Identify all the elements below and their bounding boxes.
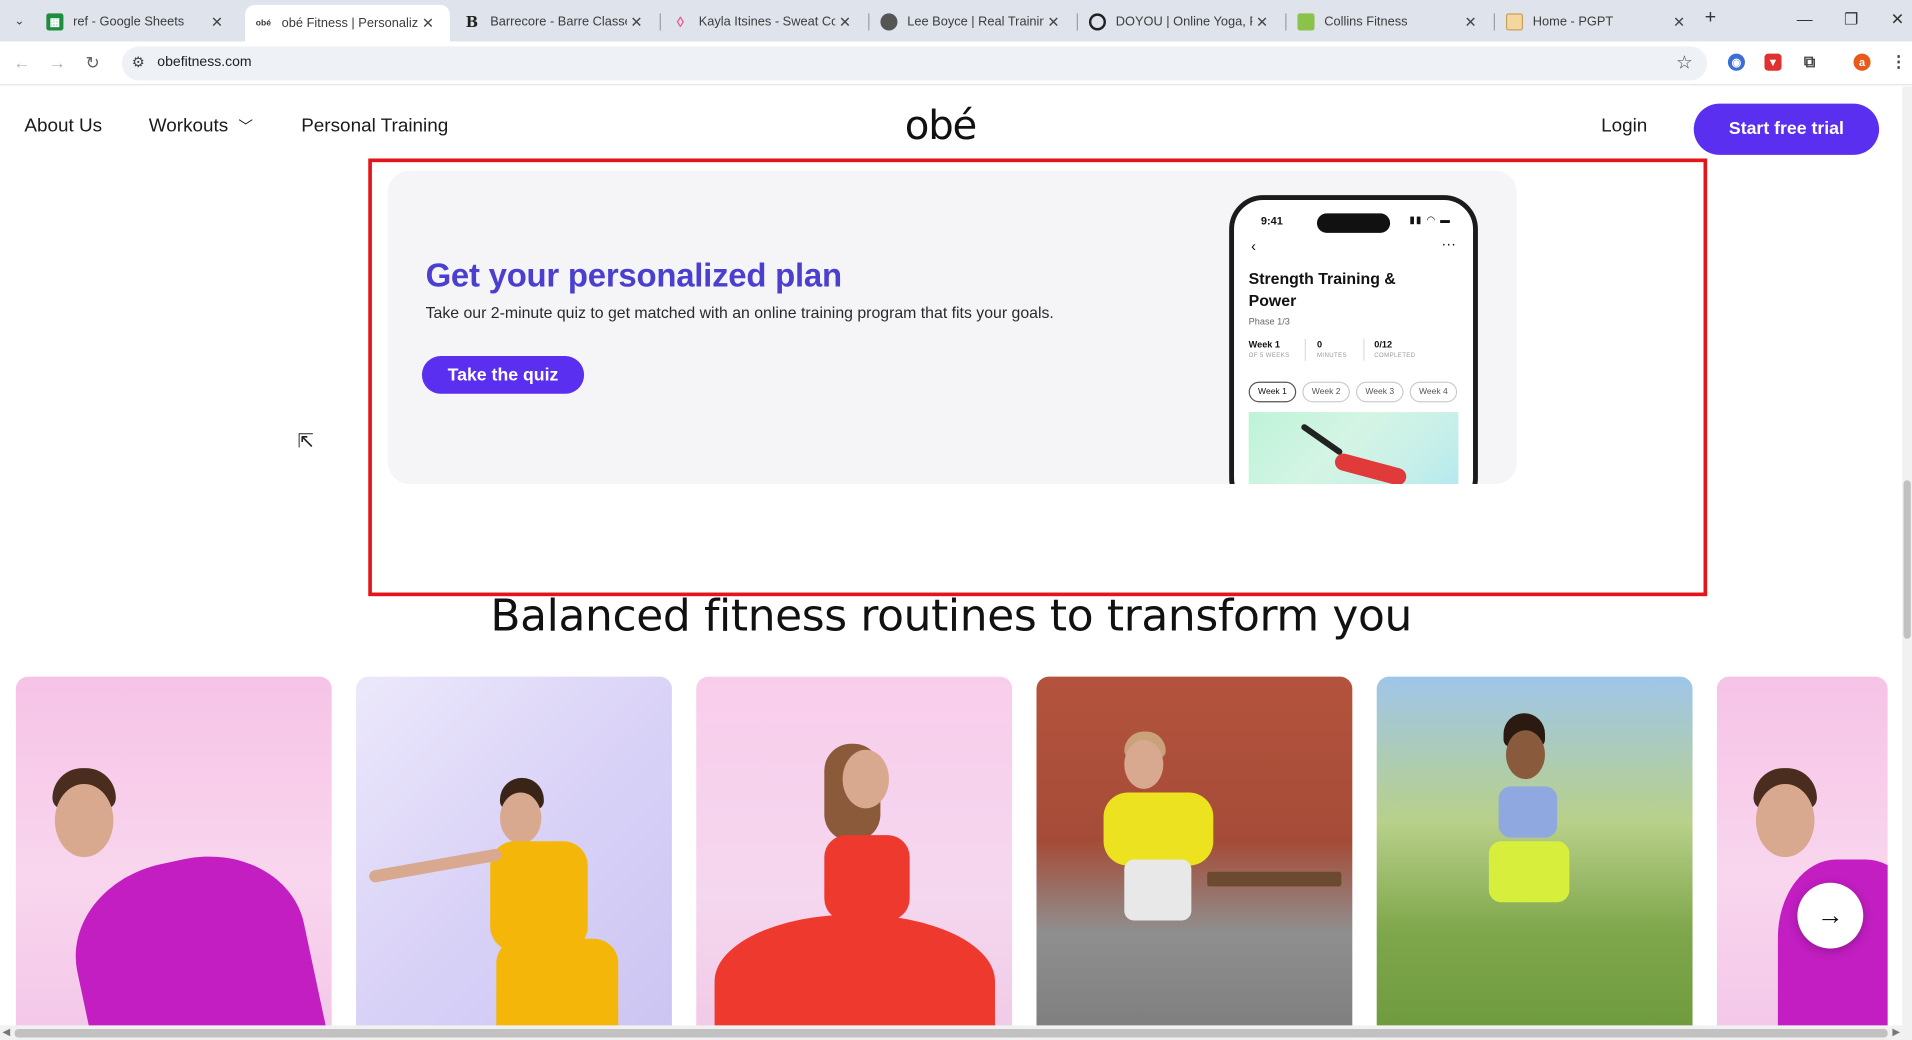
login-link[interactable]: Login xyxy=(1601,116,1647,138)
tab-title: Barrecore - Barre Classes xyxy=(490,14,627,30)
highlight-annotation-box xyxy=(368,158,1708,597)
tab-separator xyxy=(868,13,870,31)
chevron-down-icon: ﹀ xyxy=(238,118,254,136)
figure-head xyxy=(499,792,542,844)
figure-body xyxy=(59,837,327,1040)
figure-head xyxy=(54,783,114,858)
forward-icon[interactable]: → xyxy=(46,52,68,72)
sweat-drop-icon: ◊ xyxy=(676,13,685,31)
tab-strip: ⌄ ▦ ref - Google Sheets ✕ obé obé Fitnes… xyxy=(0,0,1912,42)
figure-legs xyxy=(714,914,996,1040)
section-title: Balanced fitness routines to transform y… xyxy=(490,591,1412,642)
close-icon[interactable]: ✕ xyxy=(627,13,647,30)
obe-logo[interactable]: obé xyxy=(905,101,978,149)
figure-top xyxy=(1498,786,1558,838)
figure-shorts xyxy=(1488,841,1570,903)
person-icon xyxy=(880,13,898,31)
window-close-icon[interactable]: ✕ xyxy=(1885,10,1909,30)
tab-collins-fitness[interactable]: Collins Fitness ✕ xyxy=(1288,5,1493,39)
tab-obe-fitness[interactable]: obé obé Fitness | Personalized ✕ xyxy=(245,4,450,42)
nav-personal-training[interactable]: Personal Training xyxy=(301,116,448,138)
figure-head xyxy=(1755,783,1815,858)
tab-home-pgpt[interactable]: Home - PGPT ✕ xyxy=(1496,5,1701,39)
tab-barrecore[interactable]: B Barrecore - Barre Classes ✕ xyxy=(454,5,659,39)
nav-workouts-label: Workouts xyxy=(148,115,229,137)
obe-icon: obé xyxy=(255,18,271,28)
close-icon[interactable]: ✕ xyxy=(207,13,227,30)
shield-extension-icon[interactable]: ▼ xyxy=(1764,53,1782,71)
scroll-left-icon[interactable]: ◀ xyxy=(2,1027,10,1038)
tab-title: Lee Boyce | Real Training. xyxy=(907,14,1044,30)
address-bar[interactable]: ⚙ obefitness.com ☆ xyxy=(121,46,1708,81)
reload-icon[interactable]: ↻ xyxy=(82,52,104,73)
close-icon[interactable]: ✕ xyxy=(835,13,855,30)
collins-icon xyxy=(1297,13,1315,31)
extension-icon[interactable]: ◉ xyxy=(1727,53,1745,71)
close-icon[interactable]: ✕ xyxy=(1252,13,1272,30)
tab-doyou[interactable]: DOYOU | Online Yoga, Fit ✕ xyxy=(1079,5,1284,39)
scrollbar-thumb[interactable] xyxy=(14,1029,1888,1038)
restore-icon[interactable]: ❐ xyxy=(1839,10,1863,30)
tab-separator xyxy=(1493,13,1495,31)
doyou-icon xyxy=(1088,13,1106,31)
close-icon[interactable]: ✕ xyxy=(1669,13,1689,30)
extensions-puzzle-icon[interactable]: ⧉ xyxy=(1801,52,1818,70)
close-icon[interactable]: ✕ xyxy=(418,15,438,32)
profile-initial: a xyxy=(1858,56,1866,69)
tab-separator xyxy=(659,13,661,31)
web-page: About Us Workouts ﹀ Personal Training ob… xyxy=(0,86,1912,1040)
site-info-icon[interactable]: ⚙ xyxy=(132,54,145,71)
workout-tile-image[interactable] xyxy=(1036,676,1353,1040)
figure-head xyxy=(1505,730,1545,780)
tab-kayla-itsines[interactable]: ◊ Kayla Itsines - Sweat Co-F ✕ xyxy=(662,5,867,39)
close-icon[interactable]: ✕ xyxy=(1044,13,1064,30)
workout-tile-image[interactable] xyxy=(1376,676,1693,1040)
scrollbar-thumb[interactable] xyxy=(1903,480,1911,639)
figure-body xyxy=(490,841,588,951)
workout-tile-image[interactable] xyxy=(696,676,1013,1040)
browser-toolbar: ← → ↻ ⚙ obefitness.com ☆ ◉ ▼ ⧉ a ⋮ xyxy=(0,41,1912,86)
figure-head xyxy=(842,749,889,809)
back-icon[interactable]: ← xyxy=(11,52,33,72)
url-text: obefitness.com xyxy=(157,54,252,70)
mouse-cursor-icon: ⇱ xyxy=(297,431,314,453)
start-free-trial-button[interactable]: Start free trial xyxy=(1693,103,1880,155)
workout-tile-image[interactable] xyxy=(1716,676,1888,1040)
picnic-table xyxy=(1207,871,1342,887)
tab-title: ref - Google Sheets xyxy=(73,14,185,30)
folder-icon xyxy=(1505,13,1524,31)
tab-title: Collins Fitness xyxy=(1324,14,1408,30)
profile-avatar[interactable]: a xyxy=(1853,53,1871,71)
figure-head xyxy=(1124,740,1164,789)
figure-jacket xyxy=(1103,792,1214,866)
figure-shorts xyxy=(1124,859,1192,921)
tab-title: DOYOU | Online Yoga, Fit xyxy=(1115,14,1253,30)
tab-separator xyxy=(1076,13,1078,31)
figure-body xyxy=(824,835,910,921)
barrecore-icon: B xyxy=(465,13,479,31)
tab-title: Home - PGPT xyxy=(1532,14,1614,30)
figure-arm xyxy=(368,847,503,884)
tab-google-sheets[interactable]: ▦ ref - Google Sheets ✕ xyxy=(37,5,239,39)
tab-title: obé Fitness | Personalized xyxy=(281,15,419,31)
horizontal-scrollbar[interactable]: ◀ ▶ xyxy=(0,1025,1912,1040)
tab-title: Kayla Itsines - Sweat Co-F xyxy=(698,14,836,30)
bookmark-star-icon[interactable]: ☆ xyxy=(1676,51,1692,73)
new-tab-icon[interactable]: + xyxy=(1705,7,1716,29)
nav-workouts[interactable]: Workouts ﹀ xyxy=(149,116,253,138)
workout-tile-image[interactable] xyxy=(15,676,332,1040)
tab-separator xyxy=(1285,13,1287,31)
tab-search-chevron-icon[interactable]: ⌄ xyxy=(7,9,31,33)
workout-tile-image[interactable] xyxy=(356,676,672,1040)
carousel-next-arrow-icon[interactable]: → xyxy=(1797,882,1864,949)
sheets-icon: ▦ xyxy=(46,13,64,31)
minimize-icon[interactable]: — xyxy=(1793,10,1817,28)
nav-about-us[interactable]: About Us xyxy=(24,116,102,138)
close-icon[interactable]: ✕ xyxy=(1461,13,1481,30)
scroll-right-icon[interactable]: ▶ xyxy=(1892,1027,1900,1038)
vertical-scrollbar[interactable] xyxy=(1902,86,1912,1026)
tab-lee-boyce[interactable]: Lee Boyce | Real Training. ✕ xyxy=(871,5,1076,39)
menu-dots-icon[interactable]: ⋮ xyxy=(1890,52,1907,70)
